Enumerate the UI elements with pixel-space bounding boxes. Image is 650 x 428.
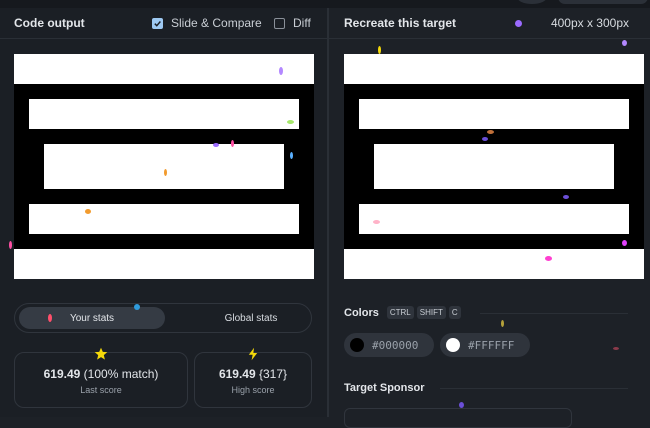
target-bar-bottom <box>359 204 629 234</box>
color-swatch-white[interactable]: #FFFFFF <box>440 333 530 357</box>
code-output-header: Code output Slide & Compare Diff <box>0 8 327 39</box>
confetti-piece <box>622 40 627 46</box>
last-score-card: 619.49 (100% match) Last score <box>14 347 188 408</box>
swatch-dot <box>350 338 364 352</box>
star-icon <box>94 347 108 360</box>
confetti-piece <box>622 240 627 246</box>
confetti-piece <box>459 402 464 408</box>
confetti-piece <box>613 347 619 350</box>
high-score-card: 619.49 {317} High score <box>194 347 312 408</box>
top-bar <box>0 0 650 8</box>
confetti-piece <box>545 256 552 261</box>
confetti-piece <box>378 46 381 54</box>
shortcut-key: C <box>448 306 461 319</box>
confetti-piece <box>287 120 294 124</box>
output-bar-bottom <box>29 204 299 234</box>
sponsor-divider <box>440 388 628 389</box>
high-score-value-line: 619.49 {317} <box>195 367 311 381</box>
colors-divider <box>480 313 628 314</box>
confetti-piece <box>134 304 140 310</box>
high-score-label: High score <box>231 385 275 395</box>
tab-your-stats[interactable]: Your stats <box>19 307 165 329</box>
confetti-piece <box>85 209 91 214</box>
last-score-value: 619.49 <box>43 367 81 381</box>
color-swatch-black[interactable]: #000000 <box>344 333 434 357</box>
code-output-canvas[interactable] <box>14 54 314 279</box>
swatch-hex: #FFFFFF <box>468 338 515 352</box>
last-score-value-line: 619.49 (100% match) <box>15 367 187 381</box>
confetti-piece <box>373 220 380 224</box>
check-icon <box>154 20 161 27</box>
confetti-piece <box>231 140 234 147</box>
high-score-rank: {317} <box>259 367 288 381</box>
last-score-label: Last score <box>80 385 122 395</box>
target-canvas <box>344 54 644 279</box>
slide-compare-toggle[interactable]: Slide & Compare <box>152 16 262 30</box>
confetti-piece <box>487 130 494 134</box>
slide-compare-label: Slide & Compare <box>171 16 262 30</box>
target-header: Recreate this target 400px x 300px <box>329 8 650 39</box>
target-title: Recreate this target <box>344 16 457 30</box>
confetti-piece <box>501 320 504 327</box>
diff-checkbox[interactable] <box>274 17 285 29</box>
sponsor-title: Target Sponsor <box>344 382 425 394</box>
confetti-piece <box>9 241 12 249</box>
colors-heading-row: Colors CTRL SHIFT C <box>344 306 464 319</box>
diff-label: Diff <box>293 16 311 30</box>
confetti-piece <box>515 20 522 27</box>
slide-compare-checkbox[interactable] <box>152 17 163 29</box>
tab-global-stats[interactable]: Global stats <box>191 307 311 329</box>
confetti-piece <box>48 314 52 322</box>
swatch-dot <box>446 338 460 352</box>
last-score-match: (100% match) <box>83 367 159 381</box>
swatch-hex: #000000 <box>372 338 419 352</box>
stats-tab-switch: Your stats Global stats <box>14 303 312 333</box>
confetti-piece <box>290 152 293 159</box>
code-output-title: Code output <box>14 16 85 30</box>
target-bar-top <box>359 99 629 129</box>
target-bar-middle <box>374 144 614 189</box>
lightning-icon <box>248 347 258 361</box>
colors-title: Colors <box>344 306 379 319</box>
shortcut-key: SHIFT <box>416 306 446 319</box>
confetti-piece <box>482 137 488 141</box>
diff-toggle[interactable]: Diff <box>274 16 311 30</box>
confetti-piece <box>164 169 167 176</box>
output-bar-top <box>29 99 299 129</box>
confetti-piece <box>563 195 569 199</box>
sponsor-box[interactable] <box>344 408 572 428</box>
target-size: 400px x 300px <box>550 16 629 30</box>
output-bar-middle <box>44 144 284 189</box>
top-pill-button[interactable] <box>558 0 648 4</box>
shortcut-key: CTRL <box>386 306 414 319</box>
high-score-value: 619.49 <box>218 367 256 381</box>
confetti-piece <box>279 67 283 75</box>
confetti-piece <box>213 143 219 147</box>
